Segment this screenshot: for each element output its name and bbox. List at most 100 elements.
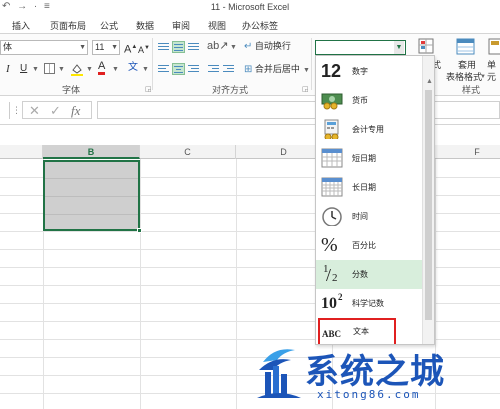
format-item-label: 会计专用 — [352, 125, 384, 134]
selected-range[interactable] — [43, 160, 140, 231]
align-center-icon[interactable] — [172, 63, 185, 75]
column-header-b[interactable]: B — [43, 145, 140, 159]
align-right-icon[interactable] — [187, 63, 200, 75]
orientation-icon[interactable]: ab↗ — [207, 40, 228, 52]
chevron-down-icon: ▼ — [111, 44, 118, 51]
format-item-long-date[interactable]: 长日期 — [316, 173, 422, 202]
table-format-icon[interactable] — [456, 38, 476, 56]
tab-formulas[interactable]: 公式 — [100, 19, 118, 32]
font-color-button[interactable]: A — [98, 61, 106, 75]
ribbon-tabs: 插入 页面布局 公式 数据 审阅 视图 办公标签 — [0, 16, 500, 34]
tab-page-layout[interactable]: 页面布局 — [50, 19, 86, 32]
formula-input[interactable] — [97, 101, 500, 119]
watermark: 系统之城 xitong86.com — [255, 338, 500, 409]
increase-font-button[interactable]: A▲ — [124, 41, 137, 56]
column-gridline — [236, 159, 237, 409]
merge-center-label: 合并后居中 — [254, 64, 300, 74]
row-gridline — [45, 196, 138, 197]
font-size-value: 11 — [95, 42, 105, 52]
fraction-slash: / — [326, 265, 332, 285]
align-left-icon[interactable] — [157, 63, 170, 75]
align-top-icon[interactable] — [157, 41, 170, 53]
italic-button[interactable]: I — [6, 63, 10, 75]
column-header-f[interactable]: F — [435, 145, 500, 159]
phonetic-guide-button[interactable]: 文 — [128, 62, 138, 74]
window-title: 11 - Microsoft Excel — [210, 2, 290, 12]
format-item-scientific[interactable]: 10 2 科学记数 — [316, 289, 422, 318]
number-12-icon: 12 — [321, 61, 342, 81]
chevron-down-icon[interactable]: ▼ — [480, 71, 486, 83]
merge-center-button[interactable]: ⊞ 合并后居中 — [244, 63, 300, 76]
watermark-url: xitong86.com — [317, 388, 421, 401]
scientific-exponent: 2 — [338, 292, 343, 302]
column-gridline — [140, 159, 141, 409]
tab-office-tab[interactable]: 办公标签 — [242, 19, 278, 32]
format-item-fraction[interactable]: 1 / 2 分数 — [316, 260, 422, 289]
format-item-label: 科学记数 — [352, 299, 384, 308]
format-item-time[interactable]: 时间 — [316, 202, 422, 231]
column-header-c[interactable]: C — [140, 145, 236, 159]
enter-icon[interactable]: ✓ — [50, 103, 61, 119]
table-format-label-2[interactable]: 表格格式 — [446, 71, 482, 83]
chevron-down-icon[interactable]: ▼ — [58, 64, 65, 76]
clock-icon — [322, 207, 342, 226]
fill-color-icon[interactable] — [70, 62, 84, 76]
drag-handle-icon[interactable]: ⋮ — [12, 105, 21, 116]
currency-icon — [321, 93, 343, 110]
conditional-format-icon[interactable] — [418, 38, 436, 56]
format-item-label: 百分比 — [352, 241, 376, 250]
tab-insert[interactable]: 插入 — [12, 19, 30, 32]
underline-button[interactable]: U — [20, 63, 27, 75]
format-item-currency[interactable]: 货币 — [316, 86, 422, 115]
fraction-denominator: 2 — [332, 272, 338, 284]
chevron-down-icon[interactable]: ▼ — [112, 64, 119, 76]
align-middle-icon[interactable] — [172, 41, 185, 53]
fraction-icon: 1 / 2 — [321, 263, 343, 285]
format-item-label: 分数 — [352, 270, 368, 279]
format-item-percent[interactable]: % 百分比 — [316, 231, 422, 260]
table-format-label-1[interactable]: 套用 — [458, 59, 476, 71]
decrease-indent-icon[interactable] — [207, 63, 220, 75]
watermark-title: 系统之城 — [305, 352, 445, 392]
dropdown-scrollbar[interactable]: ▲ — [422, 56, 434, 344]
scrollbar-thumb[interactable] — [425, 90, 432, 320]
name-box[interactable] — [0, 102, 10, 119]
insert-function-icon[interactable]: fx — [71, 103, 80, 119]
format-item-number[interactable]: 12 数字 — [316, 57, 422, 86]
chevron-down-icon: ▼ — [394, 41, 404, 54]
chevron-down-icon[interactable]: ▼ — [303, 65, 310, 77]
number-format-combo[interactable]: ▼ — [315, 40, 406, 55]
format-item-label: 数字 — [352, 67, 368, 76]
chevron-down-icon[interactable]: ▼ — [32, 64, 39, 76]
wrap-text-button[interactable]: ↵ 自动换行 — [244, 40, 291, 53]
group-divider — [152, 38, 153, 90]
row-gridline — [45, 178, 138, 179]
chevron-down-icon[interactable]: ▼ — [86, 64, 93, 76]
format-item-short-date[interactable]: 短日期 — [316, 144, 422, 173]
number-format-dropdown: 12 数字 货币 会计专用 短日期 长日期 时间 % 百分比 1 / 2 分数 … — [315, 55, 435, 345]
calendar-long-icon — [321, 177, 343, 197]
increase-indent-icon[interactable] — [222, 63, 235, 75]
scroll-up-icon[interactable]: ▲ — [426, 78, 433, 85]
tab-data[interactable]: 数据 — [136, 19, 154, 32]
tab-review[interactable]: 审阅 — [172, 19, 190, 32]
cancel-icon[interactable]: ✕ — [29, 103, 40, 119]
tab-view[interactable]: 视图 — [208, 19, 226, 32]
chevron-down-icon[interactable]: ▼ — [142, 64, 149, 76]
font-size-combo[interactable]: 11 ▼ — [92, 40, 120, 55]
dialog-launcher-icon[interactable]: ◲ — [302, 84, 309, 96]
chevron-down-icon[interactable]: ▼ — [230, 42, 237, 54]
font-name-combo[interactable]: 体 ▼ — [0, 40, 88, 55]
format-item-accounting[interactable]: 会计专用 — [316, 115, 422, 144]
cell-styles-icon[interactable] — [488, 38, 500, 56]
dialog-launcher-icon[interactable]: ◲ — [145, 84, 152, 96]
wrap-text-icon: ↵ — [244, 41, 253, 52]
scientific-icon: 10 2 — [321, 292, 343, 313]
align-bottom-icon[interactable] — [187, 41, 200, 53]
styles-group-label: 样式 — [462, 85, 481, 95]
decrease-font-button[interactable]: A▼ — [138, 42, 150, 56]
fill-handle[interactable] — [137, 228, 142, 233]
cell-styles-label[interactable]: 单元 — [487, 59, 500, 83]
select-all-corner[interactable] — [0, 145, 43, 159]
borders-icon[interactable] — [44, 63, 55, 74]
